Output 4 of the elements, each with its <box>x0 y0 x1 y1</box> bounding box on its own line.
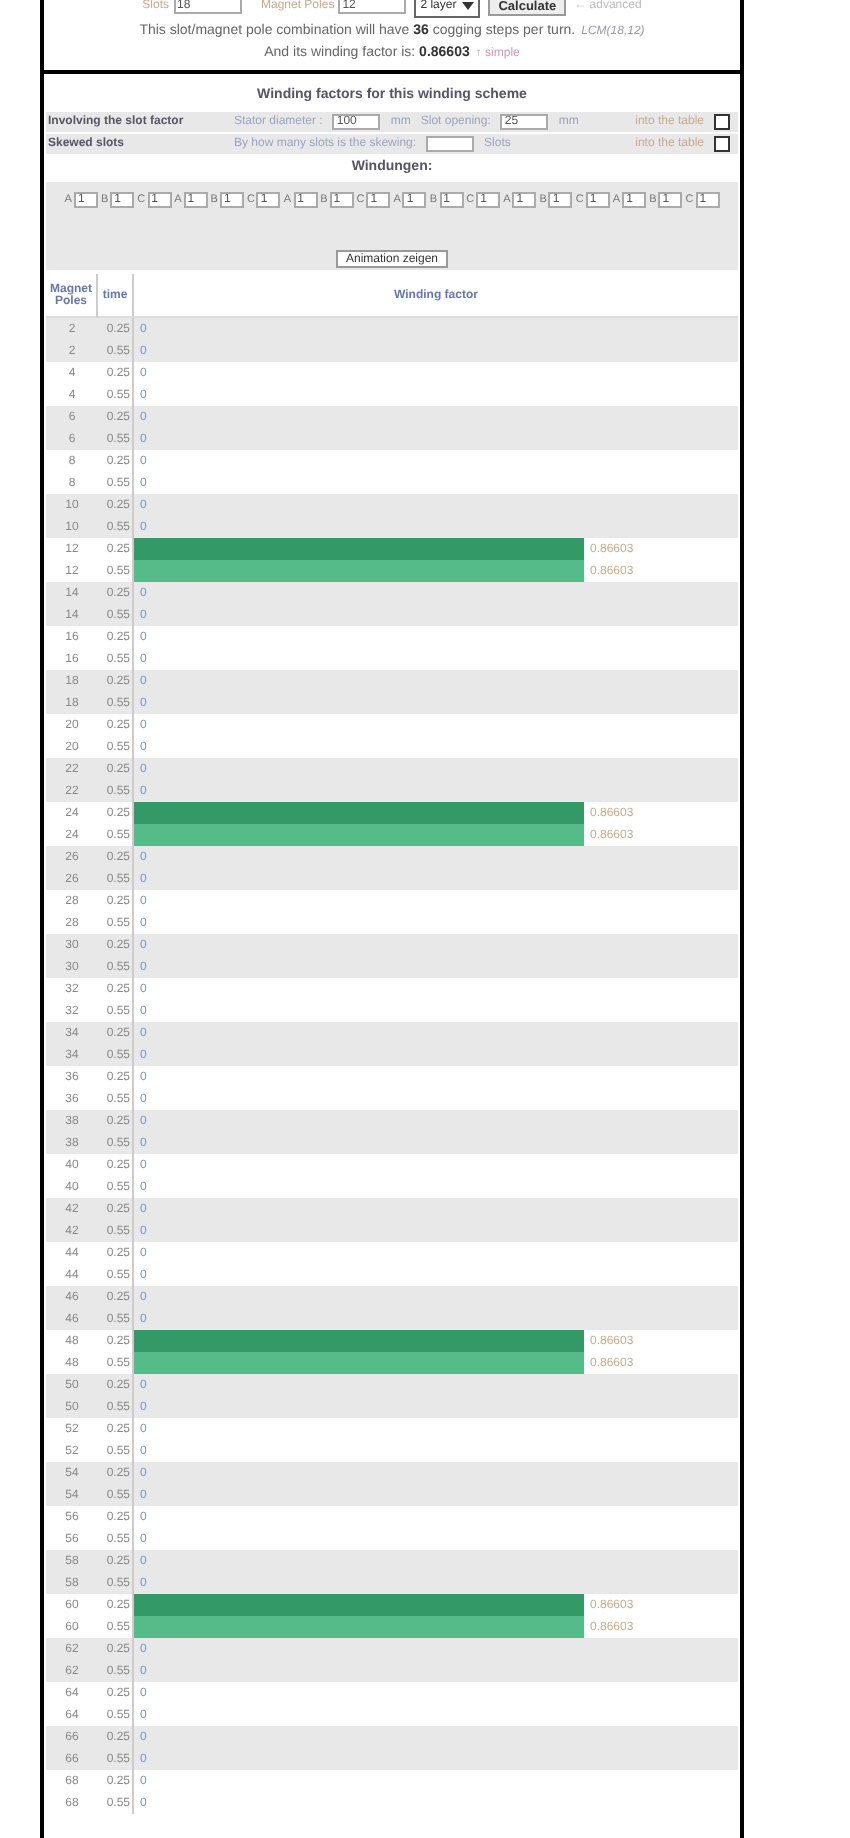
table-checkbox[interactable] <box>714 114 730 130</box>
option-field[interactable] <box>426 136 475 152</box>
table-checkbox[interactable] <box>714 136 730 152</box>
dropdown-arrow-icon <box>462 2 475 10</box>
